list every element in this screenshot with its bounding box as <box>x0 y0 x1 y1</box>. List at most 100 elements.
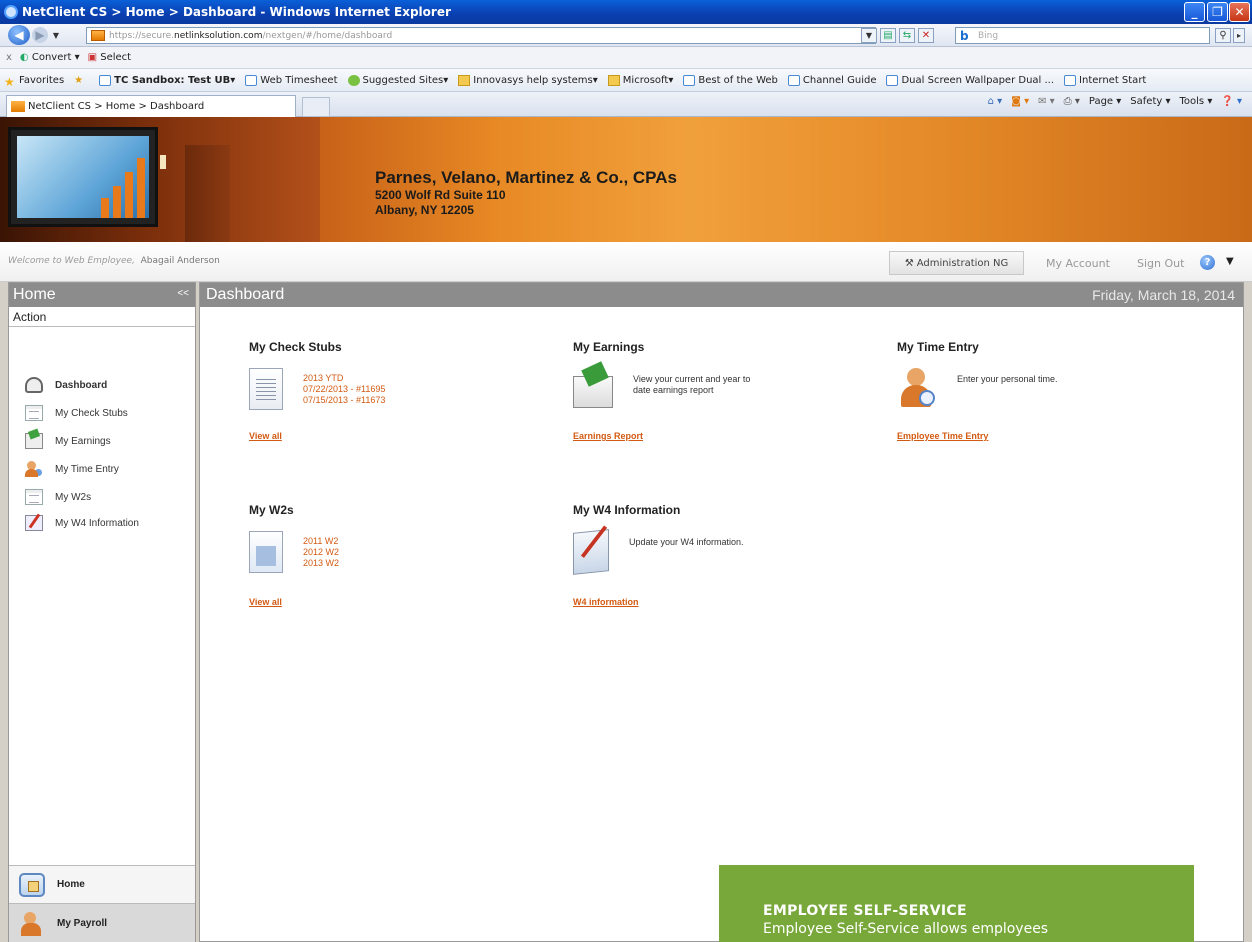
back-icon[interactable]: ◀ <box>8 25 30 45</box>
lamp-image <box>160 155 166 169</box>
site-favicon-icon <box>91 30 105 41</box>
person-clock-icon <box>25 461 43 477</box>
firm-address-line2: Albany, NY 12205 <box>375 203 474 217</box>
tools-menu[interactable]: Tools ▾ <box>1180 96 1213 107</box>
add-favorite-icon[interactable]: ★ <box>74 75 89 86</box>
administration-label: Administration NG <box>916 257 1009 269</box>
home-icon <box>19 872 45 897</box>
search-options-icon[interactable]: ▸ <box>1233 28 1245 43</box>
my-account-link[interactable]: My Account <box>1046 257 1110 270</box>
sidebar-bottom-my-payroll[interactable]: My Payroll <box>9 903 195 942</box>
collapse-sidebar-button[interactable]: << <box>177 288 189 299</box>
welcome-text: Welcome to Web Employee, Abagail Anderso… <box>8 256 220 266</box>
w4-information-link[interactable]: W4 information <box>573 597 639 607</box>
search-placeholder: Bing <box>978 30 999 41</box>
close-toolbar-icon[interactable]: x <box>6 52 12 63</box>
check-stub-link[interactable]: 2013 YTD <box>303 373 385 384</box>
suggested-sites-icon <box>347 74 360 86</box>
widget-check-stubs: My Check Stubs 2013 YTD 07/22/2013 - #11… <box>249 340 529 441</box>
w2-link[interactable]: 2011 W2 <box>303 536 339 547</box>
tab-dashboard[interactable]: NetClient CS > Home > Dashboard <box>6 95 296 117</box>
help-icon[interactable]: ? <box>1200 255 1215 270</box>
page-menu[interactable]: Page ▾ <box>1089 96 1121 107</box>
banner-image <box>0 117 320 242</box>
address-bar: ◀ ▶ ▼ https://secure. netlinksolution.com… <box>0 24 1252 47</box>
sidebar-item-label: My Check Stubs <box>55 407 128 419</box>
sidebar: Home << Action Dashboard My Check Stubs … <box>8 282 196 942</box>
ie-page-icon <box>683 74 696 86</box>
sign-out-link[interactable]: Sign Out <box>1137 257 1184 270</box>
favorite-item[interactable]: Best of the Web <box>683 74 778 86</box>
current-date: Friday, March 18, 2014 <box>1092 287 1235 303</box>
favorite-item[interactable]: Dual Screen Wallpaper Dual ... <box>886 74 1054 86</box>
favorite-item[interactable]: Internet Start <box>1064 74 1146 86</box>
home-icon[interactable]: ⌂ ▾ <box>988 96 1003 107</box>
minimize-button[interactable]: _ <box>1184 2 1205 22</box>
favorite-item[interactable]: Channel Guide <box>787 74 876 86</box>
favorites-button[interactable]: ★ Favorites <box>4 74 65 89</box>
employee-time-entry-link[interactable]: Employee Time Entry <box>897 431 988 441</box>
check-stub-link[interactable]: 07/22/2013 - #11695 <box>303 384 385 395</box>
sidebar-item-w4-information[interactable]: My W4 Information <box>25 515 139 531</box>
favorite-item[interactable]: Web Timesheet <box>245 74 338 86</box>
sidebar-section-action: Action <box>9 307 195 327</box>
favorites-label: Favorites <box>19 74 65 86</box>
select-icon: ▣ <box>87 52 98 63</box>
convert-button[interactable]: ◐ Convert ▾ <box>20 52 80 63</box>
search-icon[interactable]: ⚲ <box>1215 28 1231 43</box>
star-icon: ★ <box>4 74 15 89</box>
sidebar-bottom-home-label: Home <box>57 879 85 890</box>
sidebar-item-earnings[interactable]: My Earnings <box>25 433 111 449</box>
compatibility-icon[interactable]: ▤ <box>880 28 896 43</box>
earnings-envelope-icon <box>573 376 613 408</box>
help-dropdown-icon[interactable]: ▼ <box>1226 256 1234 267</box>
sidebar-bottom-home[interactable]: Home <box>9 865 195 903</box>
document-icon <box>25 405 43 421</box>
refresh-icon[interactable]: ⇆ <box>899 28 915 43</box>
help-menu-icon[interactable]: ❓ ▾ <box>1221 96 1242 107</box>
firm-name: Parnes, Velano, Martinez & Co., CPAs <box>375 168 677 187</box>
feeds-icon[interactable]: ◙ ▾ <box>1011 96 1029 107</box>
view-all-w2s-link[interactable]: View all <box>249 597 282 607</box>
firm-address-line1: 5200 Wolf Rd Suite 110 <box>375 188 506 202</box>
ie-page-icon <box>886 74 899 86</box>
maximize-button[interactable]: ❐ <box>1207 2 1228 22</box>
url-field[interactable]: https://secure. netlinksolution.com/nextg… <box>86 27 876 44</box>
firm-info: Parnes, Velano, Martinez & Co., CPAs 520… <box>375 168 677 218</box>
door-image <box>185 145 230 242</box>
safety-menu[interactable]: Safety ▾ <box>1130 96 1170 107</box>
print-icon[interactable]: ⎙ ▾ <box>1064 96 1080 107</box>
w2-document-icon <box>249 531 283 573</box>
history-dropdown-icon[interactable]: ▼ <box>51 27 61 43</box>
person-clock-icon <box>897 368 937 410</box>
url-dropdown-icon[interactable]: ▼ <box>861 28 877 43</box>
sidebar-item-label: Dashboard <box>55 379 108 391</box>
sidebar-title: Home <box>13 286 56 303</box>
folder-icon <box>458 74 471 86</box>
window-title-bar: NetClient CS > Home > Dashboard - Window… <box>0 0 1252 24</box>
sidebar-item-check-stubs[interactable]: My Check Stubs <box>25 405 128 421</box>
favorite-item[interactable]: Innovasys help systems ▾ <box>458 74 598 86</box>
new-tab-button[interactable] <box>302 97 330 117</box>
select-button[interactable]: ▣ Select <box>88 52 132 63</box>
ie-page-icon <box>1064 74 1077 86</box>
stop-icon[interactable]: ✕ <box>918 28 934 43</box>
earnings-report-link[interactable]: Earnings Report <box>573 431 643 441</box>
select-label: Select <box>100 52 132 63</box>
favorite-item[interactable]: TC Sandbox: Test UB ▾ <box>99 74 235 86</box>
view-all-check-stubs-link[interactable]: View all <box>249 431 282 441</box>
favorite-item[interactable]: Microsoft ▾ <box>607 74 673 86</box>
search-input[interactable]: b Bing <box>955 27 1210 44</box>
forward-icon[interactable]: ▶ <box>32 27 48 43</box>
sidebar-item-time-entry[interactable]: My Time Entry <box>25 461 119 477</box>
widget-title: My W2s <box>249 503 294 517</box>
administration-button[interactable]: ⚒ Administration NG <box>889 251 1024 275</box>
check-stub-link[interactable]: 07/15/2013 - #11673 <box>303 395 385 406</box>
w2-link[interactable]: 2012 W2 <box>303 547 339 558</box>
close-button[interactable]: ✕ <box>1229 2 1250 22</box>
favorite-item[interactable]: Suggested Sites ▾ <box>347 74 448 86</box>
sidebar-item-w2s[interactable]: My W2s <box>25 489 91 505</box>
mail-icon[interactable]: ✉ ▾ <box>1038 96 1055 107</box>
w2-link[interactable]: 2013 W2 <box>303 558 339 569</box>
sidebar-item-dashboard[interactable]: Dashboard <box>25 377 107 393</box>
